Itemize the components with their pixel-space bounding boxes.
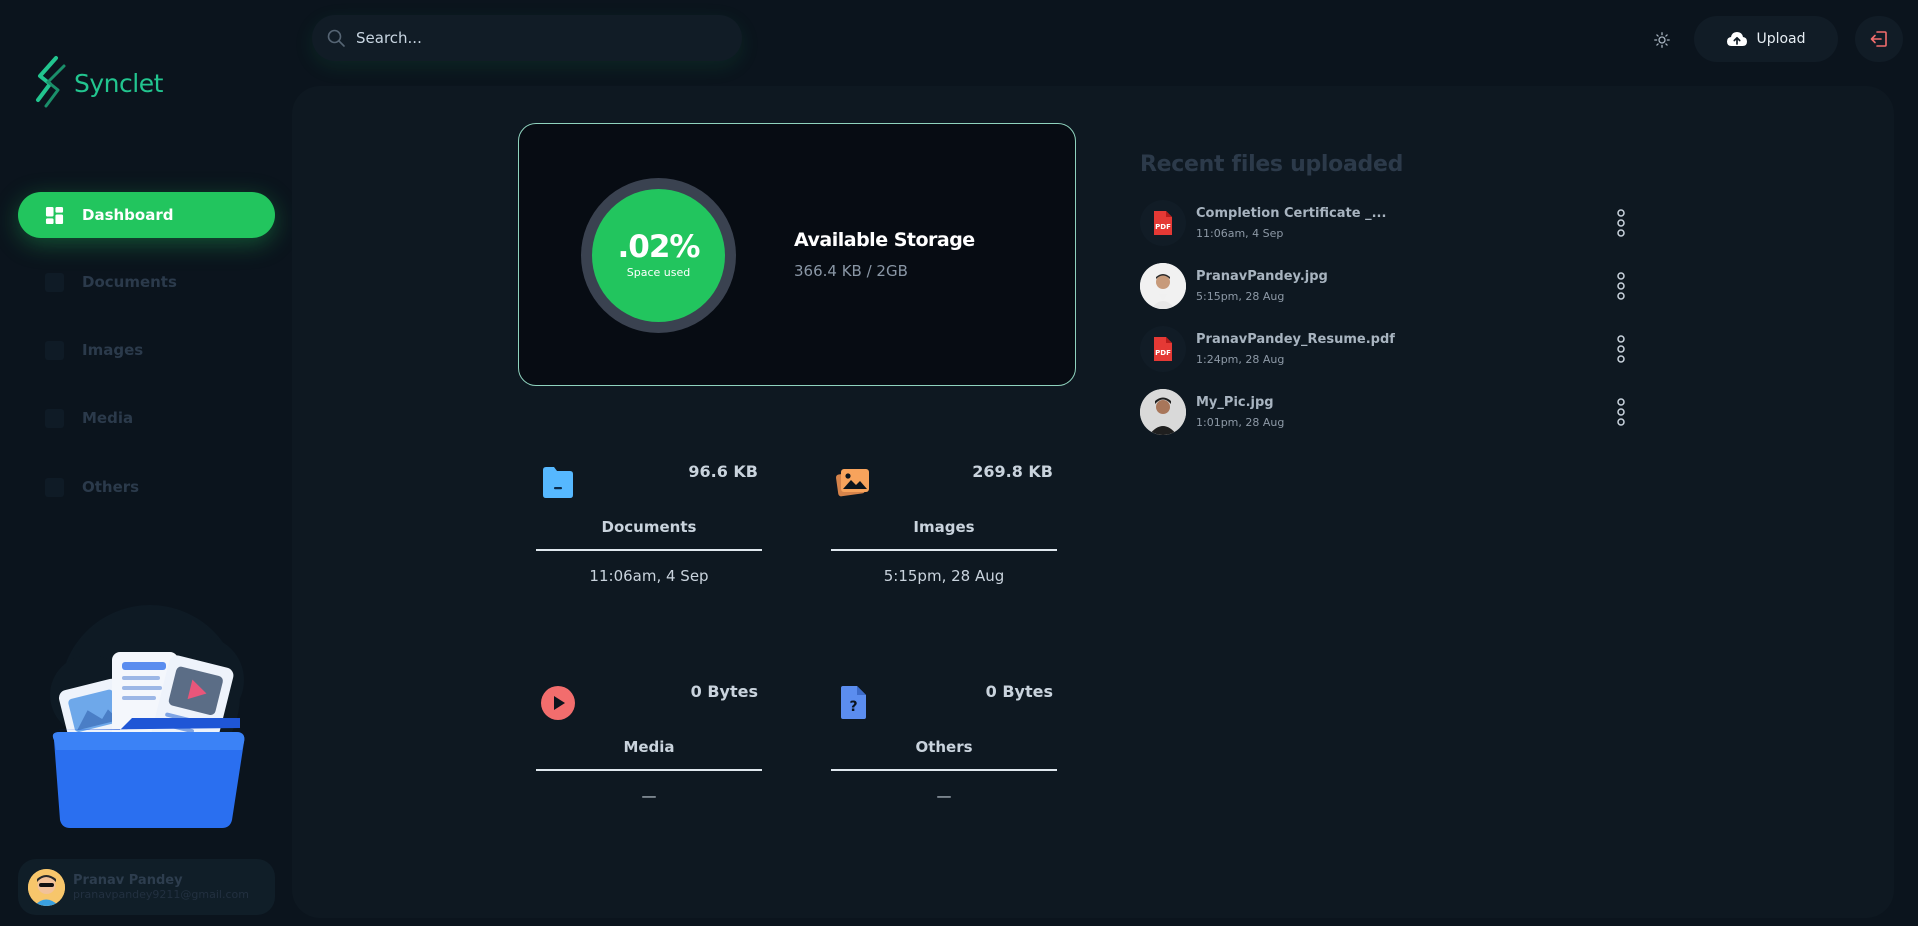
recent-file-name: PranavPandey_Resume.pdf [1196,332,1395,347]
others-icon [45,477,64,497]
category-last-updated: 11:06am, 4 Sep [589,567,709,585]
play-icon [541,686,575,720]
storage-usage-center: .02% Space used [592,189,725,322]
category-size: 96.6 KB [688,462,758,481]
storage-summary-card: .02% Space used Available Storage 366.4 … [518,123,1076,386]
divider [831,769,1057,771]
recent-file-name: Completion Certificate _... [1196,206,1387,221]
recent-file-name: My_Pic.jpg [1196,395,1274,410]
recent-file-time: 5:15pm, 28 Aug [1196,290,1285,303]
recent-file-item[interactable]: PDF Completion Certificate _... 11:06am,… [1140,200,1630,246]
sidebar-item-media[interactable]: Media [18,395,275,441]
category-name: Others [915,738,973,756]
sidebar-item-documents[interactable]: Documents [18,259,275,305]
category-last-updated: — [936,787,952,805]
svg-text:?: ? [849,699,857,715]
upload-button[interactable]: Upload [1694,16,1838,62]
category-size: 0 Bytes [690,682,758,701]
category-card-documents[interactable]: 96.6 KB Documents 11:06am, 4 Sep [534,456,764,606]
synclet-logo-icon [36,56,66,108]
avatar [28,868,65,906]
sidebar-item-images[interactable]: Images [18,327,275,373]
search-icon [327,29,345,47]
pdf-file-icon: PDF [1140,326,1186,372]
category-last-updated: 5:15pm, 28 Aug [883,567,1005,585]
storage-percent-caption: Space used [626,266,691,279]
user-email: pranavpandey9211@gmail.com [73,888,249,901]
category-name: Media [623,738,675,756]
image-thumbnail [1140,263,1186,309]
recent-files-title: Recent files uploaded [1140,152,1404,177]
recent-file-item[interactable]: PDF PranavPandey_Resume.pdf 1:24pm, 28 A… [1140,326,1630,372]
sun-icon [1654,32,1670,48]
storage-value: 366.4 KB / 2GB [794,262,908,280]
category-last-updated: — [641,787,657,805]
search-bar[interactable] [312,15,742,61]
svg-text:PDF: PDF [1155,349,1171,357]
category-name: Documents [601,518,697,536]
sidebar-item-label: Images [82,341,144,359]
sidebar-item-label: Media [82,409,134,427]
user-profile-card[interactable]: Pranav Pandey pranavpandey9211@gmail.com [18,859,275,915]
avatar-illustration-icon [28,868,65,906]
recent-file-item[interactable]: PranavPandey.jpg 5:15pm, 28 Aug [1140,263,1630,309]
sidebar-item-dashboard[interactable]: Dashboard [18,192,275,238]
cloud-upload-icon [1727,32,1748,46]
category-size: 269.8 KB [972,462,1053,481]
more-vertical-icon[interactable] [1615,208,1627,238]
more-vertical-icon[interactable] [1615,334,1627,364]
sidebar-item-label: Documents [82,273,177,291]
logout-icon [1870,31,1887,47]
logout-button[interactable] [1855,16,1903,62]
recent-file-item[interactable]: My_Pic.jpg 1:01pm, 28 Aug [1140,389,1630,435]
user-name: Pranav Pandey [73,873,183,888]
unknown-file-icon: ? [841,686,866,719]
theme-toggle-button[interactable] [1650,28,1674,52]
more-vertical-icon[interactable] [1615,271,1627,301]
brand-logo[interactable]: Synclet [34,54,163,112]
divider [536,549,762,551]
upload-label: Upload [1756,31,1806,47]
image-thumbnail [1140,389,1186,435]
sidebar-item-others[interactable]: Others [18,464,275,510]
folder-icon [543,467,573,498]
sidebar-item-label: Others [82,478,140,496]
recent-file-time: 1:01pm, 28 Aug [1196,416,1285,429]
recent-file-name: PranavPandey.jpg [1196,269,1328,284]
pdf-file-icon: PDF [1140,200,1186,246]
sidebar-item-label: Dashboard [82,206,174,224]
storage-usage-ring: .02% Space used [581,178,736,333]
category-card-media[interactable]: 0 Bytes Media — [534,676,764,826]
category-size: 0 Bytes [985,682,1053,701]
media-icon [45,408,64,428]
dashboard-grid-icon [45,206,64,224]
documents-icon [45,272,64,292]
images-icon [45,340,64,360]
divider [536,769,762,771]
category-name: Images [913,518,975,536]
category-card-others[interactable]: ? 0 Bytes Others — [829,676,1059,826]
search-input[interactable] [356,29,716,47]
storage-percent: .02% [617,229,701,265]
recent-file-time: 11:06am, 4 Sep [1196,227,1284,240]
files-folder-illustration [50,605,245,828]
images-stack-icon [835,469,869,497]
category-card-images[interactable]: 269.8 KB Images 5:15pm, 28 Aug [829,456,1059,606]
svg-text:PDF: PDF [1155,223,1171,231]
divider [831,549,1057,551]
main-panel: .02% Space used Available Storage 366.4 … [292,86,1894,918]
more-vertical-icon[interactable] [1615,397,1627,427]
storage-title: Available Storage [794,229,975,251]
recent-file-time: 1:24pm, 28 Aug [1196,353,1285,366]
brand-name: Synclet [74,68,163,98]
sidebar: Synclet Dashboard Documents Images Media… [0,0,292,926]
